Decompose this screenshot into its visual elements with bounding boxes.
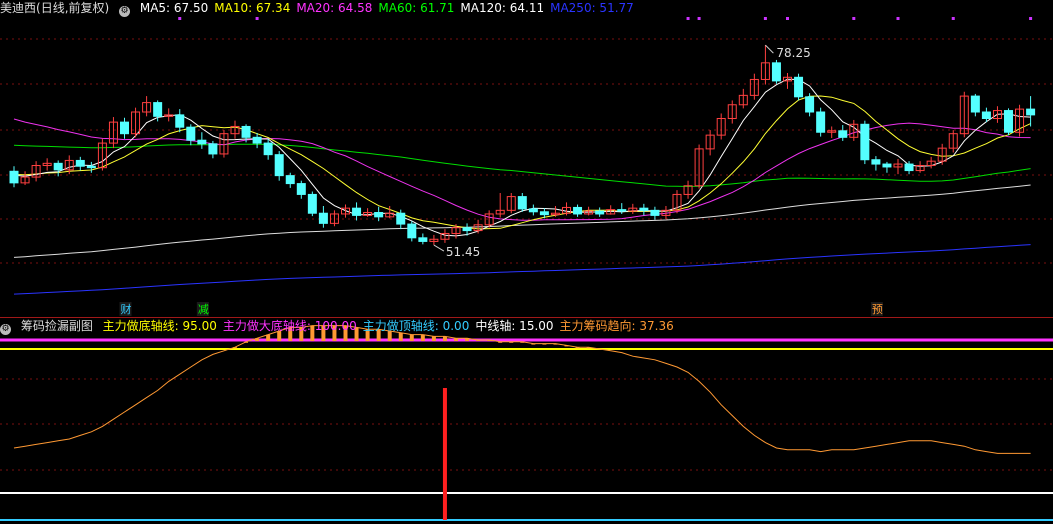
trend-bar-36 (409, 334, 414, 341)
sub-indicator-list: 主力做底轴线: 95.00 主力做大底轴线: 100.00 主力做顶轴线: 0.00… (103, 319, 680, 333)
candle-body-92 (1026, 108, 1036, 116)
signal-dot-9 (1029, 17, 1033, 20)
candle-body-51 (573, 206, 583, 215)
candle-body-73 (816, 111, 826, 133)
candle-body-23 (263, 142, 273, 156)
candle-body-41 (462, 227, 472, 232)
signal-dot-8 (951, 17, 955, 20)
high-pointer-line (765, 44, 774, 54)
candle-body-77 (860, 123, 870, 161)
candle-body-58 (650, 209, 660, 216)
sub-indicator-label-4: 主力筹码趋向: 37.36 (559, 319, 674, 333)
low-pointer-line (433, 244, 445, 252)
sub-indicator-label-2: 主力做顶轴线: 0.00 (362, 319, 470, 333)
candle-body-22 (252, 136, 262, 144)
trend-bar-38 (431, 336, 436, 341)
candle-body-48 (539, 211, 549, 216)
marker-2: 预 (872, 303, 883, 316)
candle-body-71 (794, 76, 804, 98)
signal-dot-0 (255, 17, 259, 20)
candle-body-35 (396, 212, 406, 225)
candle-body-79 (882, 163, 892, 168)
candle-body-21 (241, 125, 251, 138)
candle-body-18 (208, 143, 218, 155)
candle-body-72 (805, 96, 815, 113)
trend-bar-37 (420, 334, 425, 341)
candle-body-4 (53, 162, 63, 171)
candle-body-15 (175, 114, 185, 128)
sub-chart-header: ⚙ 筹码捡漏副图 主力做底轴线: 95.00 主力做大底轴线: 100.00 主力做… (0, 318, 686, 335)
low-price-label: 51.45 (446, 245, 480, 259)
candle-body-0 (9, 170, 19, 184)
signal-dot-6 (852, 17, 856, 20)
candle-body-90 (1004, 110, 1013, 133)
signal-dot-4 (763, 17, 767, 20)
marker-0: 财 (121, 302, 132, 316)
candle-body-81 (904, 163, 914, 172)
sub-settings-gear-icon[interactable]: ⚙ (0, 324, 11, 335)
candle-body-88 (981, 111, 991, 120)
candle-body-33 (374, 212, 384, 218)
chip-trend-line (13, 325, 1031, 454)
sub-indicator-label-3: 中线轴: 15.00 (475, 319, 554, 333)
candle-body-25 (285, 175, 295, 185)
candle-body-17 (197, 139, 207, 145)
high-price-label: 78.25 (776, 46, 810, 60)
candle-body-69 (771, 62, 781, 82)
ma250-line (13, 244, 1031, 295)
signal-bar (442, 388, 447, 520)
candle-body-26 (296, 183, 306, 195)
candle-body-46 (517, 196, 527, 210)
candle-body-13 (153, 102, 163, 117)
candle-body-75 (838, 130, 848, 138)
candle-body-28 (318, 212, 328, 224)
candle-body-47 (528, 208, 538, 213)
candle-body-37 (418, 237, 428, 242)
trend-bar-35 (398, 332, 403, 341)
candle-body-57 (639, 207, 649, 211)
candle-body-6 (75, 159, 85, 167)
ma5-line (13, 78, 1031, 237)
candle-body-27 (307, 193, 317, 214)
candle-body-7 (86, 165, 96, 169)
candle-body-87 (970, 95, 980, 113)
signal-dot-5 (786, 17, 789, 20)
candle-body-16 (186, 126, 196, 141)
candle-body-55 (617, 209, 627, 212)
sub-indicator-label-1: 主力做大底轴线: 100.00 (222, 319, 357, 333)
candle-body-78 (871, 159, 881, 165)
candle-body-24 (274, 154, 284, 177)
candle-body-10 (120, 121, 129, 135)
signal-dot-7 (896, 17, 900, 20)
chart-canvas: 78.25 51.45 财 减 预 (0, 17, 1053, 521)
sub-chart-title: 筹码捡漏副图 (20, 319, 93, 333)
signal-dot-1 (178, 17, 182, 20)
candle-body-31 (352, 207, 362, 216)
ma60-line (13, 143, 1031, 188)
candle-body-53 (595, 210, 605, 215)
sub-indicator-label-0: 主力做底轴线: 95.00 (102, 319, 217, 333)
marker-1: 减 (198, 303, 209, 316)
signal-dot-2 (686, 17, 690, 20)
chart-window: 美迪西(日线,前复权) ⚙ MA5: 67.50 MA10: 67.34 MA20:… (0, 0, 1053, 524)
candle-body-36 (407, 223, 417, 239)
signal-dot-3 (697, 17, 701, 20)
